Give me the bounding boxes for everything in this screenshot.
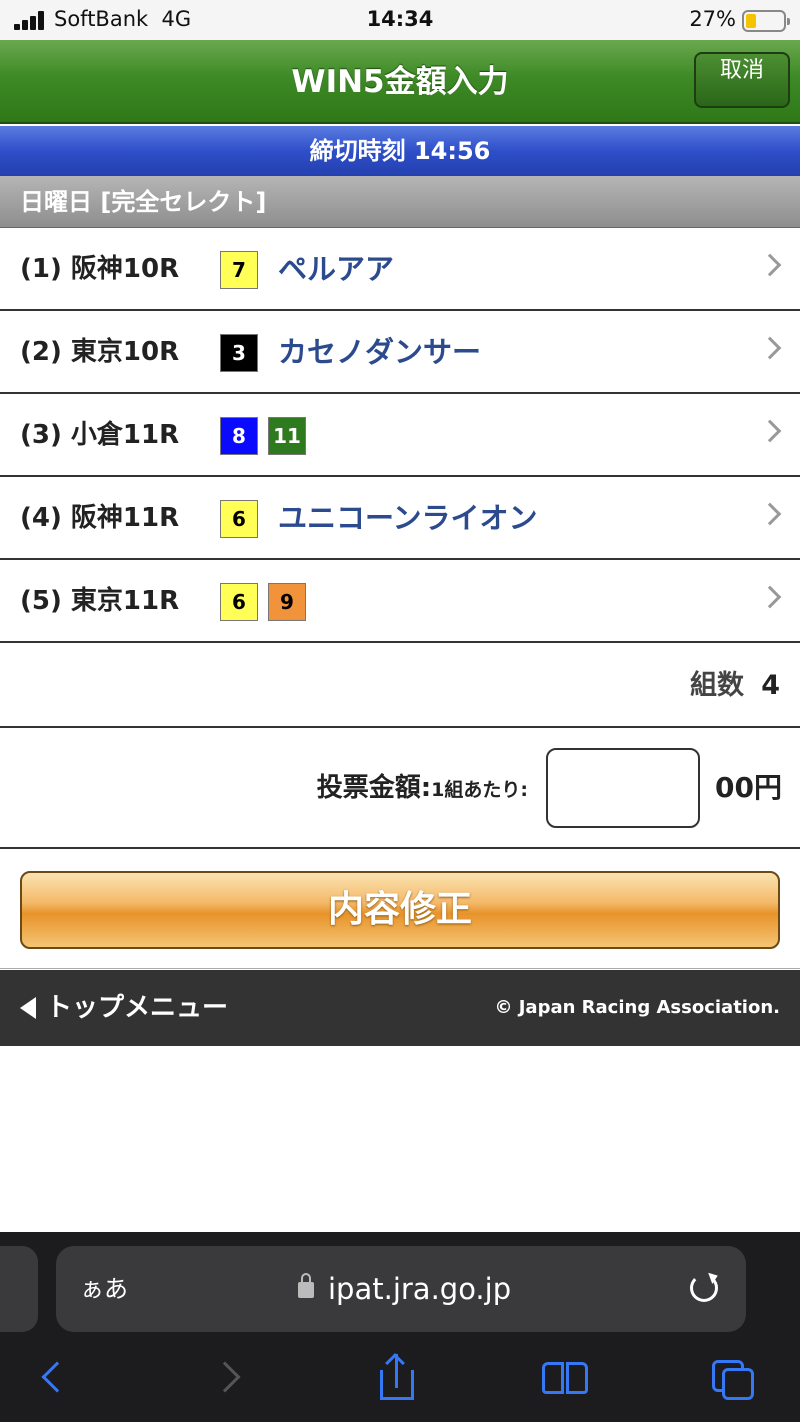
race-row[interactable]: (4) 阪神11R 6 ユニコーンライオン <box>0 477 800 560</box>
horse-number-boxes: 6 9 <box>220 583 306 621</box>
amount-label-main: 投票金額: <box>316 773 432 803</box>
reload-icon[interactable] <box>690 1274 718 1302</box>
race-label: (1) 阪神10R <box>20 254 180 284</box>
reader-options-button[interactable]: ぁあ <box>80 1246 128 1332</box>
tabs-icon-front <box>722 1368 754 1400</box>
amount-row: 投票金額:1組あたり: 00円 <box>0 728 800 849</box>
chevron-right-icon <box>758 419 782 443</box>
battery-percent: 27% <box>689 7 736 31</box>
race-label: (4) 阪神11R <box>20 503 180 533</box>
horse-number-boxes: 6 <box>220 500 258 538</box>
copyright: © Japan Racing Association. <box>494 997 780 1018</box>
combination-count-row: 組数 4 <box>0 645 800 728</box>
previous-tab-peek[interactable] <box>0 1246 38 1332</box>
top-menu-label: トップメニュー <box>46 993 229 1023</box>
modify-content-button[interactable]: 内容修正 <box>20 871 780 949</box>
horse-number-box: 11 <box>268 417 306 455</box>
horse-number-box: 9 <box>268 583 306 621</box>
back-triangle-icon <box>20 997 36 1019</box>
amount-label: 投票金額:1組あたり: <box>317 728 528 850</box>
deadline-time: 14:56 <box>413 137 491 165</box>
race-label: (5) 東京11R <box>20 586 180 616</box>
horse-name: ペルアア <box>278 252 395 286</box>
horse-number-box: 6 <box>220 583 258 621</box>
chevron-right-icon <box>758 336 782 360</box>
url-text: ipat.jra.go.jp <box>328 1272 512 1306</box>
horse-number-box: 7 <box>220 251 258 289</box>
race-label: (2) 東京10R <box>20 337 180 367</box>
amount-input[interactable] <box>546 748 700 828</box>
battery-icon <box>742 10 790 32</box>
header-bar: WIN5金額入力 取消 <box>0 40 800 124</box>
horse-number-boxes: 3 <box>220 334 258 372</box>
horse-number-box: 6 <box>220 500 258 538</box>
status-bar: SoftBank 4G 14:34 27% <box>0 0 800 40</box>
horse-number-boxes: 8 11 <box>220 417 306 455</box>
count-label: 組数 <box>690 670 744 701</box>
address-bar[interactable]: ぁあ ipat.jra.go.jp <box>56 1246 746 1332</box>
horse-number-box: 8 <box>220 417 258 455</box>
cancel-button[interactable]: 取消 <box>694 52 790 108</box>
bookmarks-icon[interactable] <box>542 1362 588 1396</box>
race-row[interactable]: (5) 東京11R 6 9 <box>0 560 800 643</box>
section-title: 日曜日 [完全セレクト] <box>0 176 800 228</box>
deadline-bar: 締切時刻 14:56 <box>0 126 800 176</box>
race-row[interactable]: (2) 東京10R 3 カセノダンサー <box>0 311 800 394</box>
count-value: 4 <box>761 670 780 701</box>
horse-name: ユニコーンライオン <box>278 501 538 535</box>
chevron-right-icon <box>758 585 782 609</box>
amount-label-sub: 1組あたり: <box>431 779 528 801</box>
lock-icon <box>298 1273 314 1298</box>
submit-area: 内容修正 <box>0 851 800 969</box>
clock: 14:34 <box>366 7 434 31</box>
horse-name: カセノダンサー <box>278 335 482 369</box>
race-label: (3) 小倉11R <box>20 420 180 450</box>
chevron-right-icon <box>758 502 782 526</box>
chevron-right-icon <box>758 253 782 277</box>
page-title: WIN5金額入力 <box>291 64 509 100</box>
horse-number-box: 3 <box>220 334 258 372</box>
footer: トップメニュー © Japan Racing Association. <box>0 970 800 1046</box>
amount-unit: 00円 <box>715 771 782 804</box>
race-list: (1) 阪神10R 7 ペルアア (2) 東京10R 3 カセノダンサー (3)… <box>0 228 800 643</box>
horse-number-boxes: 7 <box>220 251 258 289</box>
deadline-label: 締切時刻 <box>309 137 406 165</box>
race-row[interactable]: (3) 小倉11R 8 11 <box>0 394 800 477</box>
race-row[interactable]: (1) 阪神10R 7 ペルアア <box>0 228 800 311</box>
top-menu-link[interactable]: トップメニュー <box>20 970 228 1046</box>
